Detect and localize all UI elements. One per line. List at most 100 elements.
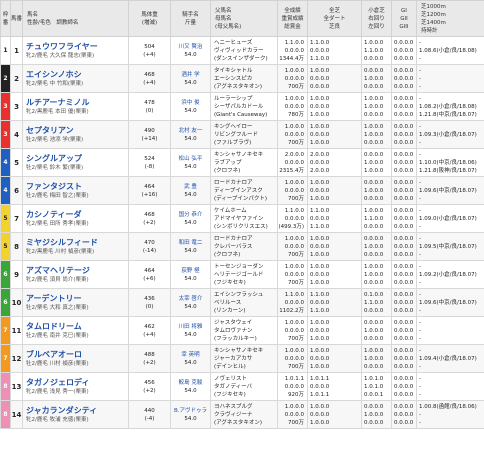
horse-name-link[interactable]: セプタリアン <box>26 126 128 136</box>
horse-name-link[interactable]: ブルベアオーロ <box>26 350 128 360</box>
kokura-turf-record: 1.0.0.0 <box>364 207 384 214</box>
jockey-link[interactable]: 北村 友一 <box>171 127 210 135</box>
jockey-link[interactable]: 松山 弘平 <box>171 155 210 163</box>
horse-sex-age-trainer: 牝2/栗毛 田所 秀孝(栗東) <box>26 220 89 227</box>
kokura-turf-record: 1.0.0.0 <box>364 123 384 130</box>
grade-record-cell: 0.0.0.0 0.0.0.0 0.0.0.0 <box>391 64 417 93</box>
header-weight: 馬体重 (増減) <box>128 0 171 37</box>
header-tot-line2: 重賞成績 <box>281 15 304 22</box>
dirt-record: 0.0.0.0 <box>310 47 330 54</box>
total-prize: 700万 <box>288 279 304 286</box>
kokura-turf-record: 0.0.0.0 <box>364 403 384 410</box>
track-record-cell: 1.0.0.0 1.0.0.0 0.0.0.0 <box>361 120 392 149</box>
horse-name-link[interactable]: シングルアップ <box>26 154 128 164</box>
jockey-link[interactable]: 川田 将雅 <box>171 323 210 331</box>
header-st-line3: 芝良 <box>328 23 340 30</box>
jockey-link[interactable]: 和田 竜二 <box>171 239 210 247</box>
horse-name-link[interactable]: タムロドリーム <box>26 322 128 332</box>
total-record-cell: 1.0.0.0 0.0.0.0 700万 <box>277 120 308 149</box>
jockey-link[interactable]: 鮫島 克駿 <box>171 379 210 387</box>
horse-weight-diff: (+4) <box>143 79 156 86</box>
dirt-record: 0.0.0.0 <box>310 383 330 390</box>
jockey-link[interactable]: 酒井 学 <box>171 71 210 79</box>
horse-name-link[interactable]: ミヤジシルフィード <box>26 238 128 248</box>
pedigree-cell: トーセンジョーダン ヘリテージゴールド (フジキセキ) <box>210 260 278 289</box>
header-jockey: 騎手名 斤量 <box>170 0 211 37</box>
total-prize: 700万 <box>288 335 304 342</box>
right-turn-record: 1.1.0.0 <box>364 215 384 222</box>
dirt-record: 0.0.0.0 <box>310 299 330 306</box>
pedigree-cell: ケイムホーム アドマイヤファイン (シンボリクリスエス) <box>210 204 278 233</box>
left-turn-record: 0.0.0.0 <box>364 251 384 258</box>
g3-record: 0.0.0.0 <box>394 167 414 174</box>
kinryo: 54.0 <box>184 415 197 422</box>
horse-name-link[interactable]: アズマヘリテージ <box>26 266 128 276</box>
turf-good-record: 1.0.1.1 <box>310 391 330 398</box>
left-turn-record: 0.0.0.0 <box>364 419 384 426</box>
jockey-link[interactable]: B.アヴドゥラ <box>171 407 210 415</box>
horse-weight-diff: (+4) <box>143 51 156 58</box>
horse-name-link[interactable]: チュウワフライヤー <box>26 42 128 52</box>
g1-record: 0.0.0.0 <box>394 151 414 158</box>
turf-record: 1.0.0.0 <box>310 263 330 270</box>
jockey-link[interactable]: 太宰 啓介 <box>171 295 210 303</box>
turf-record: 1.0.0.0 <box>310 347 330 354</box>
surface-record-cell: 1.1.0.0 0.0.0.0 1.1.0.0 <box>307 36 362 65</box>
jockey-link[interactable]: 川又 賢治 <box>171 43 210 51</box>
grade-record: 0.0.0.0 <box>284 215 304 222</box>
grade-record-cell: 0.0.0.0 0.0.0.0 0.0.0.0 <box>391 36 417 65</box>
jockey-link[interactable]: 荻野 極 <box>171 267 210 275</box>
best-time-1000: - <box>419 67 421 74</box>
horse-name-link[interactable]: アーデントリー <box>26 294 128 304</box>
header-pedigree: 父馬名 母馬名 (母父馬名) <box>210 0 278 37</box>
horse-number: 10 <box>10 288 23 317</box>
kinryo: 54.0 <box>184 79 197 86</box>
horse-name-link[interactable]: ルチアーナミノル <box>26 98 128 108</box>
right-turn-record: 1.0.0.0 <box>364 327 384 334</box>
horse-weight-diff: (+2) <box>143 359 156 366</box>
jockey-link[interactable]: 武 豊 <box>171 183 210 191</box>
best-time-1200: 1.09.6(中京/良/18.07) <box>419 187 477 194</box>
total-record-cell: 1.0.0.0 0.0.0.0 700万 <box>277 400 308 429</box>
horse-name-link[interactable]: エイシンノホシ <box>26 70 128 80</box>
dirt-record: 0.0.0.0 <box>310 355 330 362</box>
jockey-link[interactable]: 幸 英明 <box>171 351 210 359</box>
left-turn-record: 0.0.0.0 <box>364 195 384 202</box>
horse-name-link[interactable]: ファンタジスト <box>26 182 128 192</box>
pedigree-cell: キングヘイロー リビングフルード (ファルブラヴ) <box>210 120 278 149</box>
jockey-link[interactable]: 浜中 俊 <box>171 99 210 107</box>
horse-weight: 524 <box>144 155 155 162</box>
horse-weight-cell: 478 (0) <box>128 92 171 121</box>
horse-name-cell: チュウワフライヤー 牝2/鹿毛 大久保 龍志(栗東) <box>22 36 129 65</box>
g2-record: 0.0.0.0 <box>394 159 414 166</box>
best-time-cell: - 1.08.2(小倉/良/18.08) 1.21.8(中京/良/18.07) <box>416 92 484 121</box>
best-time-cell: - 1.09.0(小倉/良/18.07) - <box>416 204 484 233</box>
horse-name-link[interactable]: カシノティーダ <box>26 210 128 220</box>
table-row: 1 1 チュウワフライヤー 牝2/鹿毛 大久保 龍志(栗東) 504 (+4) … <box>0 36 484 65</box>
turf-good-record: 1.0.0.0 <box>310 419 330 426</box>
header-g-line3: GIII <box>399 23 409 30</box>
best-time-1200: 1.09.3(小倉/良/18.07) <box>419 131 477 138</box>
horse-weight: 488 <box>144 351 155 358</box>
horse-name-link[interactable]: タガノジェロディ <box>26 378 128 388</box>
jockey-link[interactable]: 国分 恭介 <box>171 211 210 219</box>
best-time-1200: 1.09.5(中京/良/18.07) <box>419 243 477 250</box>
horse-weight-diff: (+2) <box>143 219 156 226</box>
g3-record: 0.0.0.0 <box>394 391 414 398</box>
track-record-cell: 0.0.0.0 1.0.0.0 0.0.0.0 <box>361 64 392 93</box>
sire: トーセンジョーダン <box>214 263 264 270</box>
grade-record-cell: 0.0.0.0 0.0.0.0 0.0.0.0 <box>391 120 417 149</box>
table-row: 4 5 シングルアップ 牡2/栗毛 鈴木 繁(栗東) 524 (-8) 松山 弘… <box>0 148 484 177</box>
horse-sex-age-trainer: 牝2/鹿毛 大久保 龍志(栗東) <box>26 52 95 59</box>
horse-name-link[interactable]: ジャカランダシティ <box>26 406 128 416</box>
table-row: 3 4 セプタリアン 牡2/栗毛 池添 学(栗東) 490 (+14) 北村 友… <box>0 120 484 149</box>
g1-record: 0.0.0.0 <box>394 123 414 130</box>
best-time-1000: - <box>419 347 421 354</box>
horse-weight: 436 <box>144 295 155 302</box>
grade-record: 0.0.0.0 <box>284 327 304 334</box>
horse-name-cell: シングルアップ 牡2/栗毛 鈴木 繁(栗東) <box>22 148 129 177</box>
waku-number: 6 <box>0 260 11 289</box>
pedigree-cell: キンシャサノキセキ ジャーカアカサ (デインヒル) <box>210 344 278 373</box>
damsire: (デインヒル) <box>214 363 246 370</box>
waku-number: 7 <box>0 316 11 345</box>
